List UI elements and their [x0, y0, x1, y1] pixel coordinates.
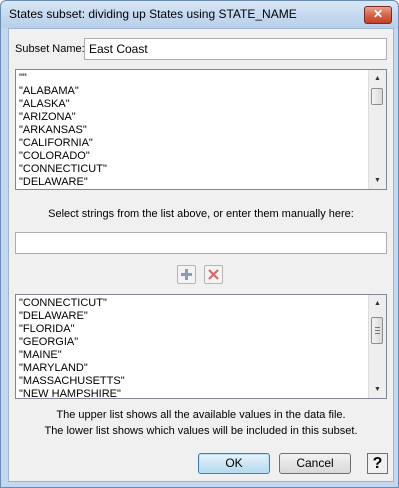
list-item[interactable]: "ARKANSAS" [19, 124, 368, 137]
upper-scroll-thumb[interactable] [371, 88, 383, 105]
remove-button[interactable] [204, 265, 223, 284]
list-item[interactable]: "DELAWARE" [19, 310, 368, 323]
list-item[interactable]: "DELAWARE" [19, 176, 368, 189]
upper-list-scrollbar[interactable]: ▲ ▼ [368, 70, 386, 189]
lower-scroll-thumb[interactable] [371, 317, 383, 344]
arrow-down-icon[interactable]: ▼ [369, 381, 386, 398]
dialog-body: Subset Name: East Coast "" "ALABAMA" "ALAS… [8, 28, 394, 482]
ok-button[interactable]: OK [198, 453, 270, 474]
list-item[interactable]: "COLORADO" [19, 150, 368, 163]
selected-values-items: "CONNECTICUT" "DELAWARE" "FLORIDA" "GEORGIA… [19, 297, 368, 398]
add-button[interactable] [177, 265, 196, 284]
list-item[interactable]: "CONNECTICUT" [19, 297, 368, 310]
instruction-text: Select strings from the list above, or e… [48, 208, 354, 220]
close-button[interactable]: ✕ [364, 6, 392, 24]
manual-entry-input[interactable] [15, 232, 387, 254]
title-bar[interactable]: States subset: dividing up States using … [1, 1, 398, 28]
question-icon: ? [372, 455, 383, 472]
list-item[interactable]: "CALIFORNIA" [19, 137, 368, 150]
lower-list-scrollbar[interactable]: ▲ ▼ [368, 295, 386, 398]
arrow-up-icon[interactable]: ▲ [369, 295, 386, 312]
plus-icon [181, 269, 192, 280]
list-item[interactable]: "CONNECTICUT" [19, 163, 368, 176]
list-item[interactable]: "MAINE" [19, 349, 368, 362]
cancel-button[interactable]: Cancel [279, 453, 351, 474]
dialog-window: States subset: dividing up States using … [0, 0, 399, 488]
available-values-items: "" "ALABAMA" "ALASKA" "ARIZONA" "ARKANSAS" "C… [19, 72, 368, 190]
list-item[interactable]: "GEORGIA" [19, 336, 368, 349]
subset-name-label: Subset Name: [15, 43, 85, 55]
arrow-up-icon[interactable]: ▲ [369, 70, 386, 87]
list-item[interactable]: "MARYLAND" [19, 362, 368, 375]
list-item[interactable]: "ALABAMA" [19, 85, 368, 98]
list-item[interactable]: "NEW HAMPSHIRE" [19, 388, 368, 398]
list-item[interactable]: "" [19, 72, 368, 85]
list-item[interactable]: "ARIZONA" [19, 111, 368, 124]
x-icon [208, 269, 219, 280]
window-title: States subset: dividing up States using … [9, 7, 297, 21]
list-item[interactable]: "FLORIDA" [19, 323, 368, 336]
available-values-list[interactable]: "" "ALABAMA" "ALASKA" "ARIZONA" "ARKANSAS" "C… [15, 69, 387, 190]
arrow-down-icon[interactable]: ▼ [369, 172, 386, 189]
close-icon: ✕ [372, 7, 384, 21]
help-button[interactable]: ? [367, 453, 388, 474]
list-item[interactable]: "MASSACHUSETTS" [19, 375, 368, 388]
selected-values-list[interactable]: "CONNECTICUT" "DELAWARE" "FLORIDA" "GEORGIA… [15, 294, 387, 399]
info-line-2: The lower list shows which values will b… [44, 425, 358, 437]
subset-name-input[interactable]: East Coast [84, 38, 387, 60]
info-line-1: The upper list shows all the available v… [56, 409, 346, 421]
list-item[interactable]: "DISTRICT OF COLUMBIA" [19, 189, 368, 190]
list-item[interactable]: "ALASKA" [19, 98, 368, 111]
